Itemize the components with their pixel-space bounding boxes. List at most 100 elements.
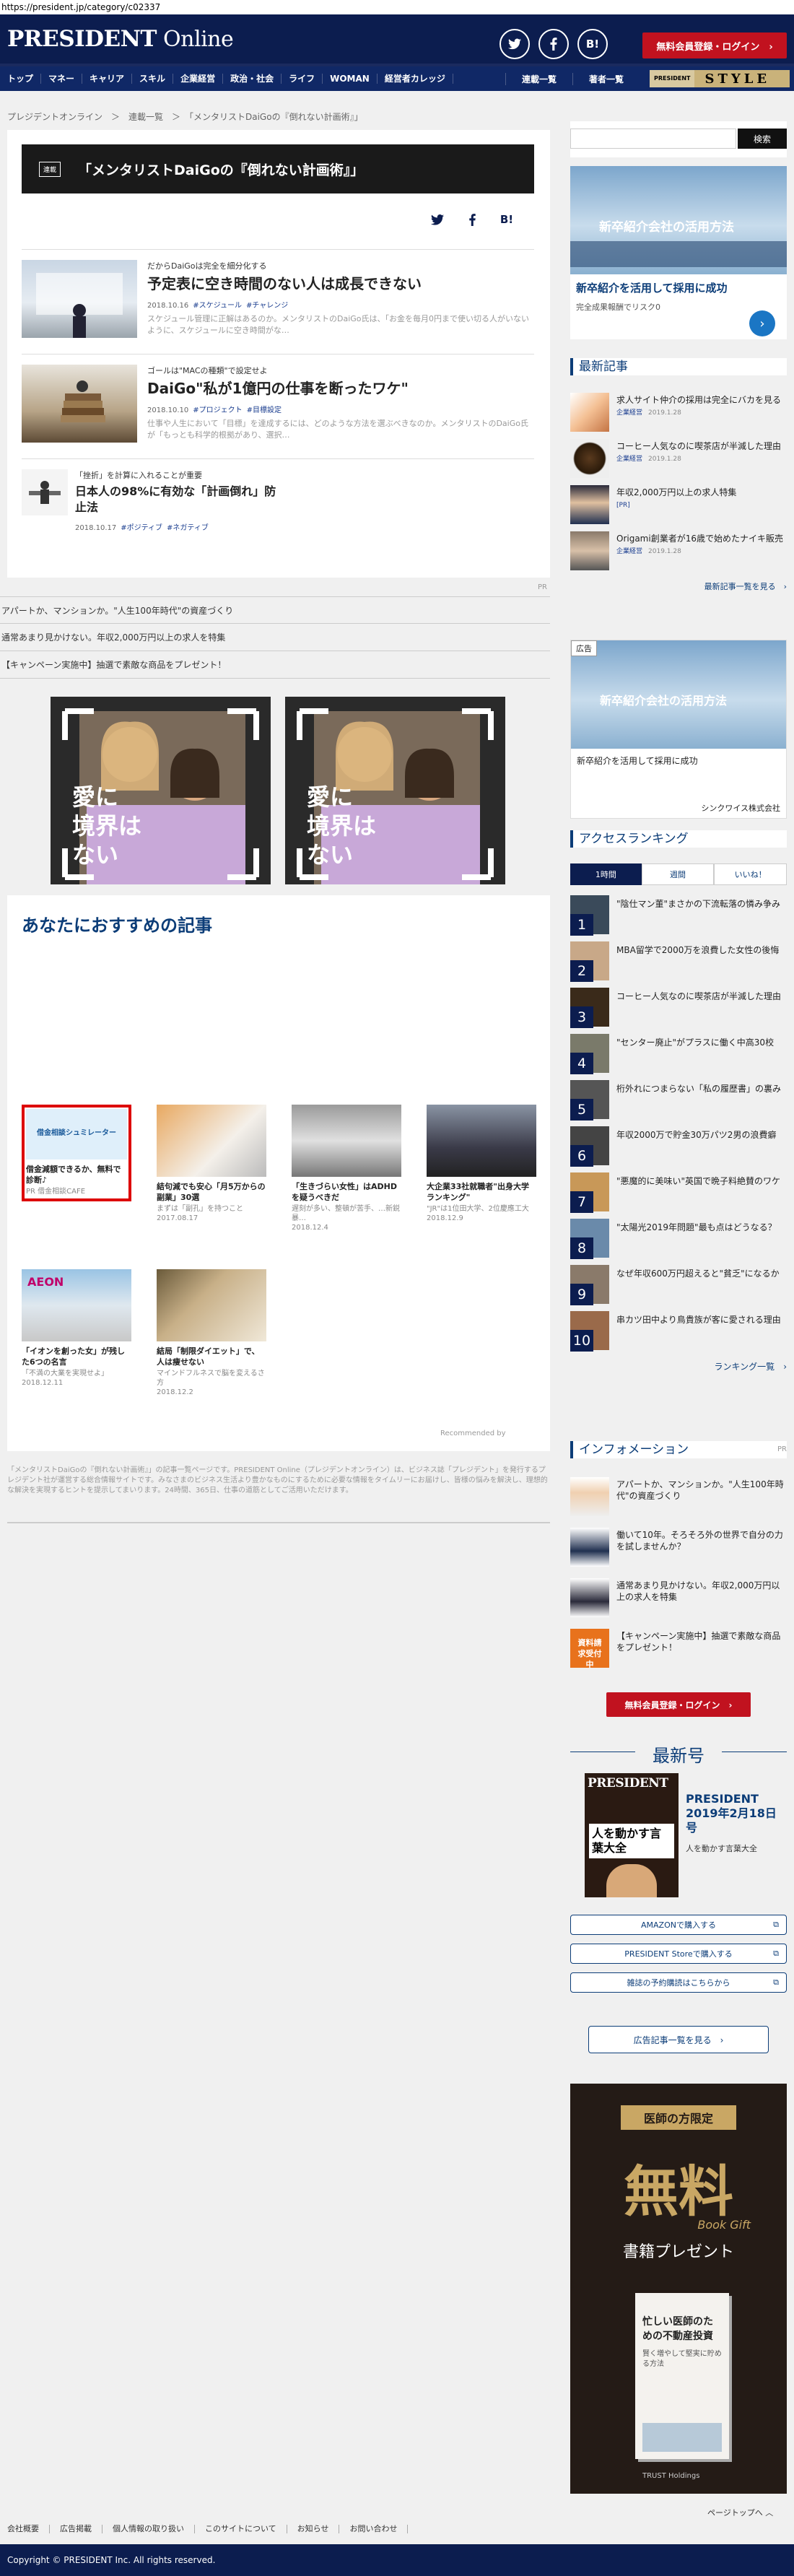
sidebar-ad-2[interactable]: 広告 新卒紹介会社の活用方法 新卒紹介を活用して採用に成功 シンクワイス株式会社 xyxy=(570,640,787,819)
nav-item-top[interactable]: トップ xyxy=(0,74,42,84)
recommend-card[interactable]: 「生きづらい女性」はADHDを疑うべきだ 遅刻が多い、整頓が苦手、…新鋭暴… 2… xyxy=(292,1105,401,1232)
footer-link[interactable]: このサイトについて xyxy=(195,2525,287,2533)
footer-link[interactable]: お知らせ xyxy=(287,2525,340,2533)
site-logo[interactable]: PRESIDENT Online xyxy=(7,26,234,52)
recommend-card[interactable]: AEON 「イオンを創った女」が残した6つの名言 「不満の大業を実現せよ」 20… xyxy=(22,1269,131,1388)
recommend-title[interactable]: 結局「制限ダイエット」で、人は痩せない xyxy=(157,1346,266,1367)
article-thumbnail[interactable] xyxy=(22,260,137,338)
recommend-card[interactable]: 借金相談シュミレーター 借金減額できるか、無料で診断♪ PR 借金相談CAFE xyxy=(22,1105,131,1201)
ranking-more-link[interactable]: ランキング一覧 › xyxy=(715,1360,787,1372)
nav-item-career[interactable]: キャリア xyxy=(82,74,133,84)
twitter-icon[interactable] xyxy=(499,29,530,59)
recommend-title[interactable]: 「イオンを創った女」が残した6つの名言 xyxy=(22,1346,131,1367)
footer-link[interactable]: 個人情報の取り扱い xyxy=(102,2525,195,2533)
pr-link[interactable]: 通常あまり見かけない。年収2,000万円以上の求人を特集 xyxy=(0,624,550,651)
recommend-card[interactable]: 大企業33社就職者"出身大学ランキング" "JR"は1位田大学、2位慶應工大 2… xyxy=(427,1105,536,1223)
recommend-image[interactable] xyxy=(427,1105,536,1177)
article-tag[interactable]: #ポジティブ xyxy=(121,524,162,532)
recommend-title[interactable]: 結句減でも安心「月5万からの副業」30選 xyxy=(157,1181,266,1203)
ranking-item[interactable]: 6 年収2000万で貯金30万パツ2男の浪費癖 xyxy=(570,1126,787,1167)
recommend-image[interactable] xyxy=(157,1269,266,1341)
buy-amazon-button[interactable]: AMAZONで購入する ⧉ xyxy=(570,1915,787,1935)
facebook-icon[interactable] xyxy=(538,29,569,59)
ranking-item[interactable]: 7 "悪魔的に美味い"英国で晩子料絶賛のワケ xyxy=(570,1172,787,1213)
news-title[interactable]: Origami創業者が16歳で始めたナイキ販売 xyxy=(616,533,787,544)
nav-item-skill[interactable]: スキル xyxy=(132,74,174,84)
article-tag[interactable]: #スケジュール xyxy=(193,302,242,310)
nav-author-list[interactable]: 著者一覧 xyxy=(572,72,640,85)
subscribe-button[interactable]: 雑誌の予約購読はこちらから ⧉ xyxy=(570,1972,787,1993)
info-item[interactable]: 通常あまり見かけない。年収2,000万円以上の求人を特集 xyxy=(570,1578,787,1619)
recommend-image[interactable]: AEON xyxy=(22,1269,131,1341)
ad-articles-list-button[interactable]: 広告記事一覧を見る › xyxy=(588,2026,769,2053)
news-title[interactable]: 年収2,000万円以上の求人特集 xyxy=(616,487,787,498)
recommend-credit[interactable]: Recommended by xyxy=(440,1430,506,1437)
buy-store-button[interactable]: PRESIDENT Storeで購入する ⧉ xyxy=(570,1944,787,1964)
info-item[interactable]: アパートか、マンションか。"人生100年時代"の資産づくり xyxy=(570,1477,787,1518)
ranking-item[interactable]: 5 桁外れにつまらない「私の履歴書」の裏み xyxy=(570,1080,787,1121)
footer-link[interactable]: 会社概要 xyxy=(7,2525,50,2533)
news-thumbnail[interactable] xyxy=(570,393,609,432)
article-title[interactable]: 日本人の98%に有効な「計画倒れ」防止法 xyxy=(75,484,284,515)
recommend-card[interactable]: 結局「制限ダイエット」で、人は痩せない マインドフルネスで脳を変えるさ方 201… xyxy=(157,1269,266,1397)
article-item[interactable]: 「挫折」を計算に入れることが重要 日本人の98%に有効な「計画倒れ」防止法 20… xyxy=(22,458,534,552)
nav-item-money[interactable]: マネー xyxy=(41,74,83,84)
magazine-cover[interactable]: PRESIDENT 人を動かす言葉大全 xyxy=(585,1773,679,1897)
breadcrumb[interactable]: プレジデントオンライン ＞ 連載一覧 ＞ 「メンタリストDaiGoの『倒れない計… xyxy=(7,110,363,123)
news-item[interactable]: Origami創業者が16歳で始めたナイキ販売 企業経営 2019.1.28 xyxy=(570,531,787,572)
ranking-item[interactable]: 9 なぜ年収600万円超えると"貧乏"になるか xyxy=(570,1265,787,1305)
ranking-item[interactable]: 4 "センター廃止"がプラスに働く中高30校 xyxy=(570,1034,787,1074)
hatena-bookmark-icon[interactable]: B! xyxy=(577,29,608,59)
pr-link[interactable]: 【キャンペーン実施中】抽選で素敵な商品をプレゼント！ xyxy=(0,651,550,679)
share-hatena-icon[interactable]: B! xyxy=(495,209,518,230)
recommend-title[interactable]: 「生きづらい女性」はADHDを疑うべきだ xyxy=(292,1181,401,1203)
nav-series-list[interactable]: 連載一覧 xyxy=(505,72,572,85)
article-item[interactable]: ゴールは"MACの種類"で設定せよ DaiGo"私が1億円の仕事を断ったワケ" … xyxy=(22,354,534,448)
article-tag[interactable]: #チャレンジ xyxy=(246,302,288,310)
ad-headline[interactable]: 新卒紹介を活用して採用に成功 xyxy=(571,749,786,773)
ranking-item[interactable]: 1 "陰仕マン董"まさかの下流転落の憐み争み xyxy=(570,895,787,936)
footer-link[interactable]: 広告掲載 xyxy=(50,2525,102,2533)
sidebar-ad-1[interactable]: 新卒紹介会社の活用方法 新卒紹介を活用して採用に成功 完全成果報酬でリスク0 › xyxy=(570,166,787,339)
recommend-image[interactable]: 借金相談シュミレーター xyxy=(26,1109,127,1159)
ranking-item[interactable]: 10 串カツ田中より鳥貴族が客に愛される理由 xyxy=(570,1311,787,1352)
register-login-button[interactable]: 無料会員登録・ログイン › xyxy=(642,32,787,58)
nav-item-college[interactable]: 経営者カレッジ xyxy=(378,74,453,84)
news-more-link[interactable]: 最新記事一覧を見る › xyxy=(704,580,787,592)
info-item[interactable]: 働いて10年。そろそろ外の世界で自分の力を試しませんか？ xyxy=(570,1528,787,1568)
ad-headline[interactable]: 新卒紹介を活用して採用に成功 xyxy=(570,274,787,301)
ranking-item[interactable]: 8 "太陽光2019年問題"最も点はどうなる？ xyxy=(570,1219,787,1259)
address-bar[interactable]: https://president.jp/category/c02337 xyxy=(0,0,794,14)
article-title[interactable]: 予定表に空き時間のない人は成長できない xyxy=(147,274,534,293)
article-title[interactable]: DaiGo"私が1億円の仕事を断ったワケ" xyxy=(147,379,534,398)
tab-hourly[interactable]: 1時間 xyxy=(570,863,642,885)
recommend-title[interactable]: 借金減額できるか、無料で診断♪ xyxy=(26,1164,127,1185)
recommend-title[interactable]: 大企業33社就職者"出身大学ランキング" xyxy=(427,1181,536,1203)
news-thumbnail[interactable] xyxy=(570,485,609,524)
tab-likes[interactable]: いいね！ xyxy=(714,863,788,885)
article-tag[interactable]: #プロジェクト xyxy=(193,406,242,414)
article-tag[interactable]: #ネガティブ xyxy=(167,524,209,532)
pr-link[interactable]: アパートか、マンションか。"人生100年時代"の資産づくり xyxy=(0,596,550,624)
search-button[interactable]: 検索 xyxy=(738,129,787,149)
news-item[interactable]: コーヒー人気なのに喫茶店が半減した理由 企業経営 2019.1.28 xyxy=(570,439,787,479)
news-thumbnail[interactable] xyxy=(570,531,609,570)
ranking-item[interactable]: 3 コーヒー人気なのに喫茶店が半減した理由 xyxy=(570,988,787,1028)
sidebar-ad-3[interactable]: 医師の方限定 無料 Book Gift 書籍プレゼント 忙しい医師のための不動産… xyxy=(570,2084,787,2494)
ranking-item[interactable]: 2 MBA留学で2000万を浪費した女性の後悔 xyxy=(570,941,787,982)
recommend-image[interactable] xyxy=(157,1105,266,1177)
article-item[interactable]: だからDaiGoは完全を細分化する 予定表に空き時間のない人は成長できない 20… xyxy=(22,249,534,343)
recommend-image[interactable] xyxy=(292,1105,401,1177)
share-twitter-icon[interactable] xyxy=(426,209,449,230)
sidebar-register-button[interactable]: 無料会員登録・ログイン › xyxy=(606,1692,751,1717)
nav-item-management[interactable]: 企業経営 xyxy=(173,74,224,84)
share-facebook-icon[interactable] xyxy=(461,209,484,230)
news-item[interactable]: 年収2,000万円以上の求人特集 [PR] xyxy=(570,485,787,526)
footer-link[interactable]: お問い合わせ xyxy=(339,2525,409,2533)
article-tag[interactable]: #目標設定 xyxy=(247,406,282,414)
news-title[interactable]: コーヒー人気なのに喫茶店が半減した理由 xyxy=(616,440,787,452)
article-thumbnail[interactable] xyxy=(22,365,137,443)
ad-image[interactable]: 愛に 境界は ない xyxy=(285,697,505,884)
president-style-link[interactable]: PRESIDENT STYLE xyxy=(650,70,790,87)
recommend-card[interactable]: 結句減でも安心「月5万からの副業」30選 まずは「副孔」を持つこと 2017.0… xyxy=(157,1105,266,1223)
